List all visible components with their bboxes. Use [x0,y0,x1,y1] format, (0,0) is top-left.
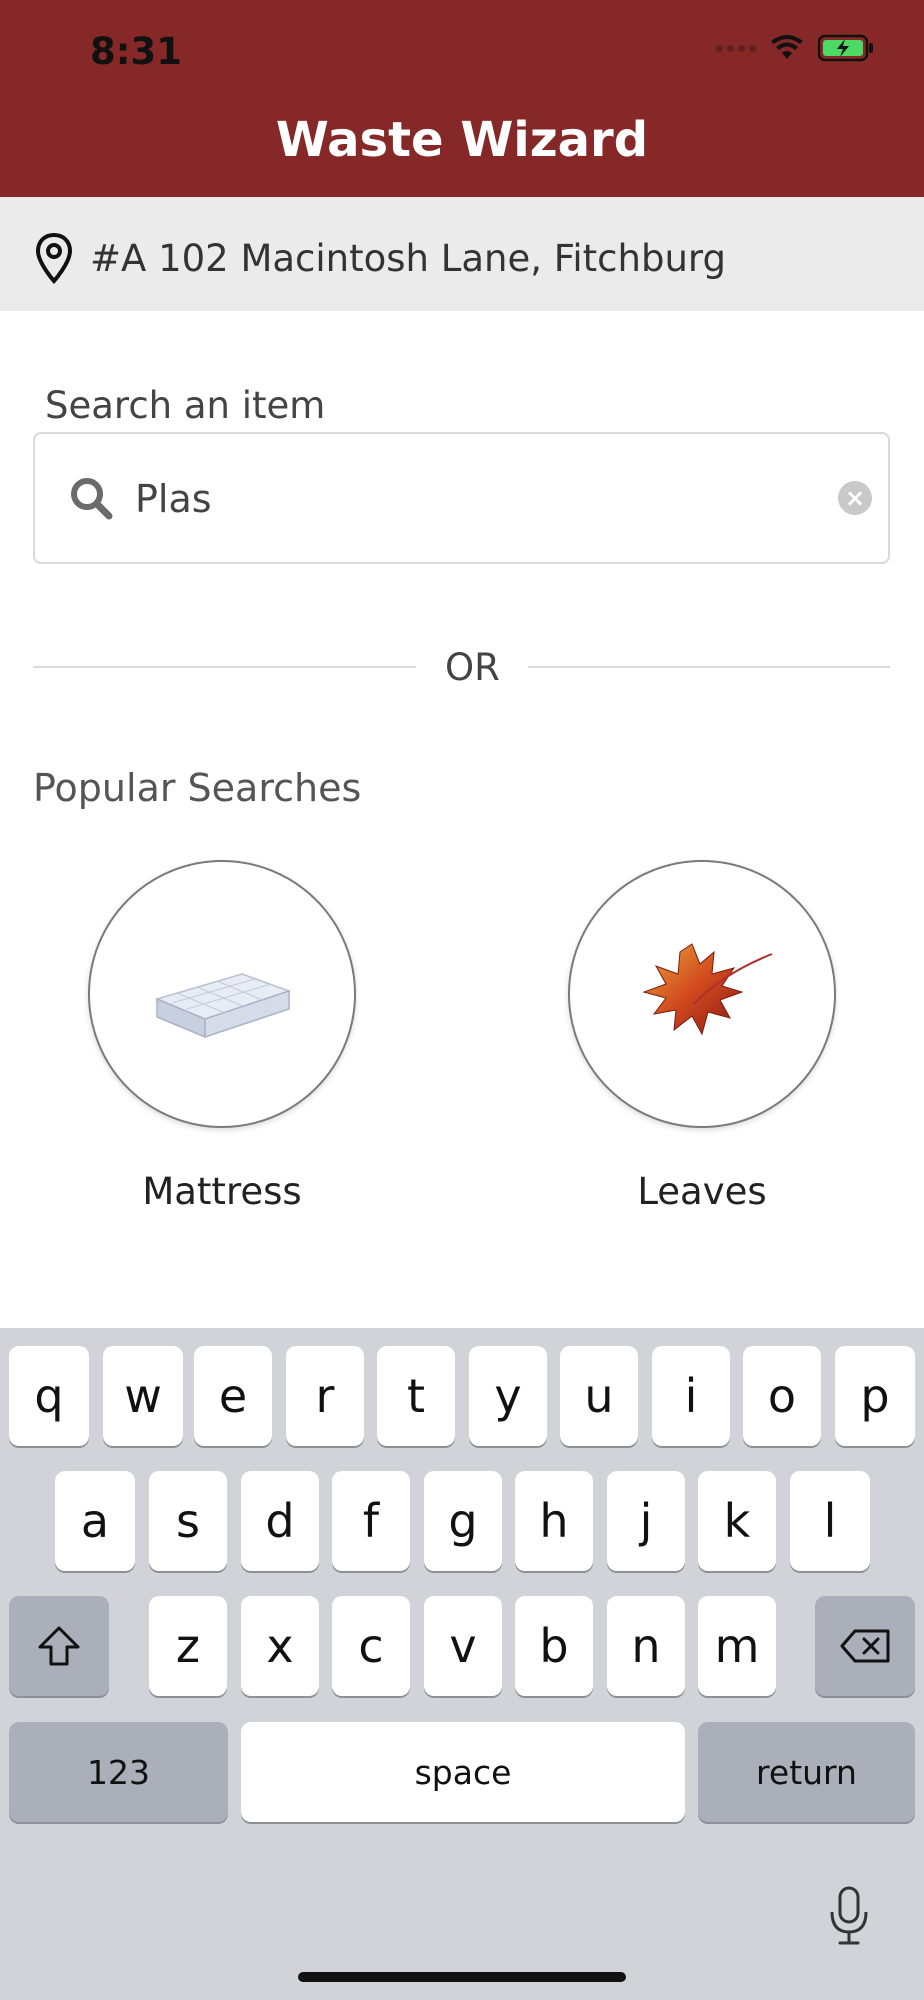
popular-item-leaves[interactable]: Leaves [568,860,838,1213]
key-u[interactable]: u [560,1346,638,1446]
shift-key[interactable] [9,1596,109,1696]
key-k[interactable]: k [698,1471,776,1571]
key-m[interactable]: m [698,1596,776,1696]
page-title: Waste Wizard [275,112,649,168]
return-key[interactable]: return [698,1722,915,1822]
shift-icon [38,1626,80,1666]
app-header: 8:31 Waste Wizard [0,0,924,197]
divider-line-left [33,666,416,668]
wifi-icon [771,35,803,59]
key-a[interactable]: a [55,1471,135,1571]
key-f[interactable]: f [332,1471,410,1571]
key-e[interactable]: e [194,1346,272,1446]
key-q[interactable]: q [9,1346,89,1446]
microphone-icon[interactable] [828,1886,870,1946]
cellular-signal-icon [716,44,756,52]
key-t[interactable]: t [377,1346,455,1446]
popular-item-circle[interactable] [88,860,356,1128]
key-h[interactable]: h [515,1471,593,1571]
key-p[interactable]: p [835,1346,915,1446]
location-address: #A 102 Macintosh Lane, Fitchburg [90,237,726,280]
divider-text: OR [445,646,500,689]
mattress-icon [154,973,292,1039]
key-z[interactable]: z [149,1596,227,1696]
key-r[interactable]: r [286,1346,364,1446]
popular-searches-title: Popular Searches [33,766,362,810]
key-g[interactable]: g [424,1471,502,1571]
key-i[interactable]: i [652,1346,730,1446]
key-b[interactable]: b [515,1596,593,1696]
key-l[interactable]: l [790,1471,870,1571]
search-input[interactable] [135,464,795,534]
clear-icon[interactable]: × [838,481,872,515]
search-box[interactable]: × [33,432,890,564]
key-n[interactable]: n [607,1596,685,1696]
backspace-icon [840,1629,890,1663]
home-indicator [298,1972,626,1982]
leaf-icon [642,943,773,1036]
key-w[interactable]: w [103,1346,183,1446]
popular-item-mattress[interactable]: Mattress [88,860,358,1213]
divider-line-right [528,666,890,668]
key-c[interactable]: c [332,1596,410,1696]
key-s[interactable]: s [149,1471,227,1571]
key-o[interactable]: o [743,1346,821,1446]
popular-item-label: Leaves [637,1170,767,1213]
status-time: 8:31 [90,30,183,73]
space-key[interactable]: space [241,1722,685,1822]
key-v[interactable]: v [424,1596,502,1696]
key-d[interactable]: d [241,1471,319,1571]
location-pin-icon [35,232,73,284]
popular-item-label: Mattress [142,1170,302,1213]
key-j[interactable]: j [607,1471,685,1571]
numbers-key[interactable]: 123 [9,1722,228,1822]
search-label: Search an item [45,384,326,427]
delete-key[interactable] [815,1596,915,1696]
status-indicators [716,34,874,62]
popular-item-circle[interactable] [568,860,836,1128]
search-icon [71,478,113,520]
key-x[interactable]: x [241,1596,319,1696]
key-y[interactable]: y [469,1346,547,1446]
battery-icon [818,34,873,62]
